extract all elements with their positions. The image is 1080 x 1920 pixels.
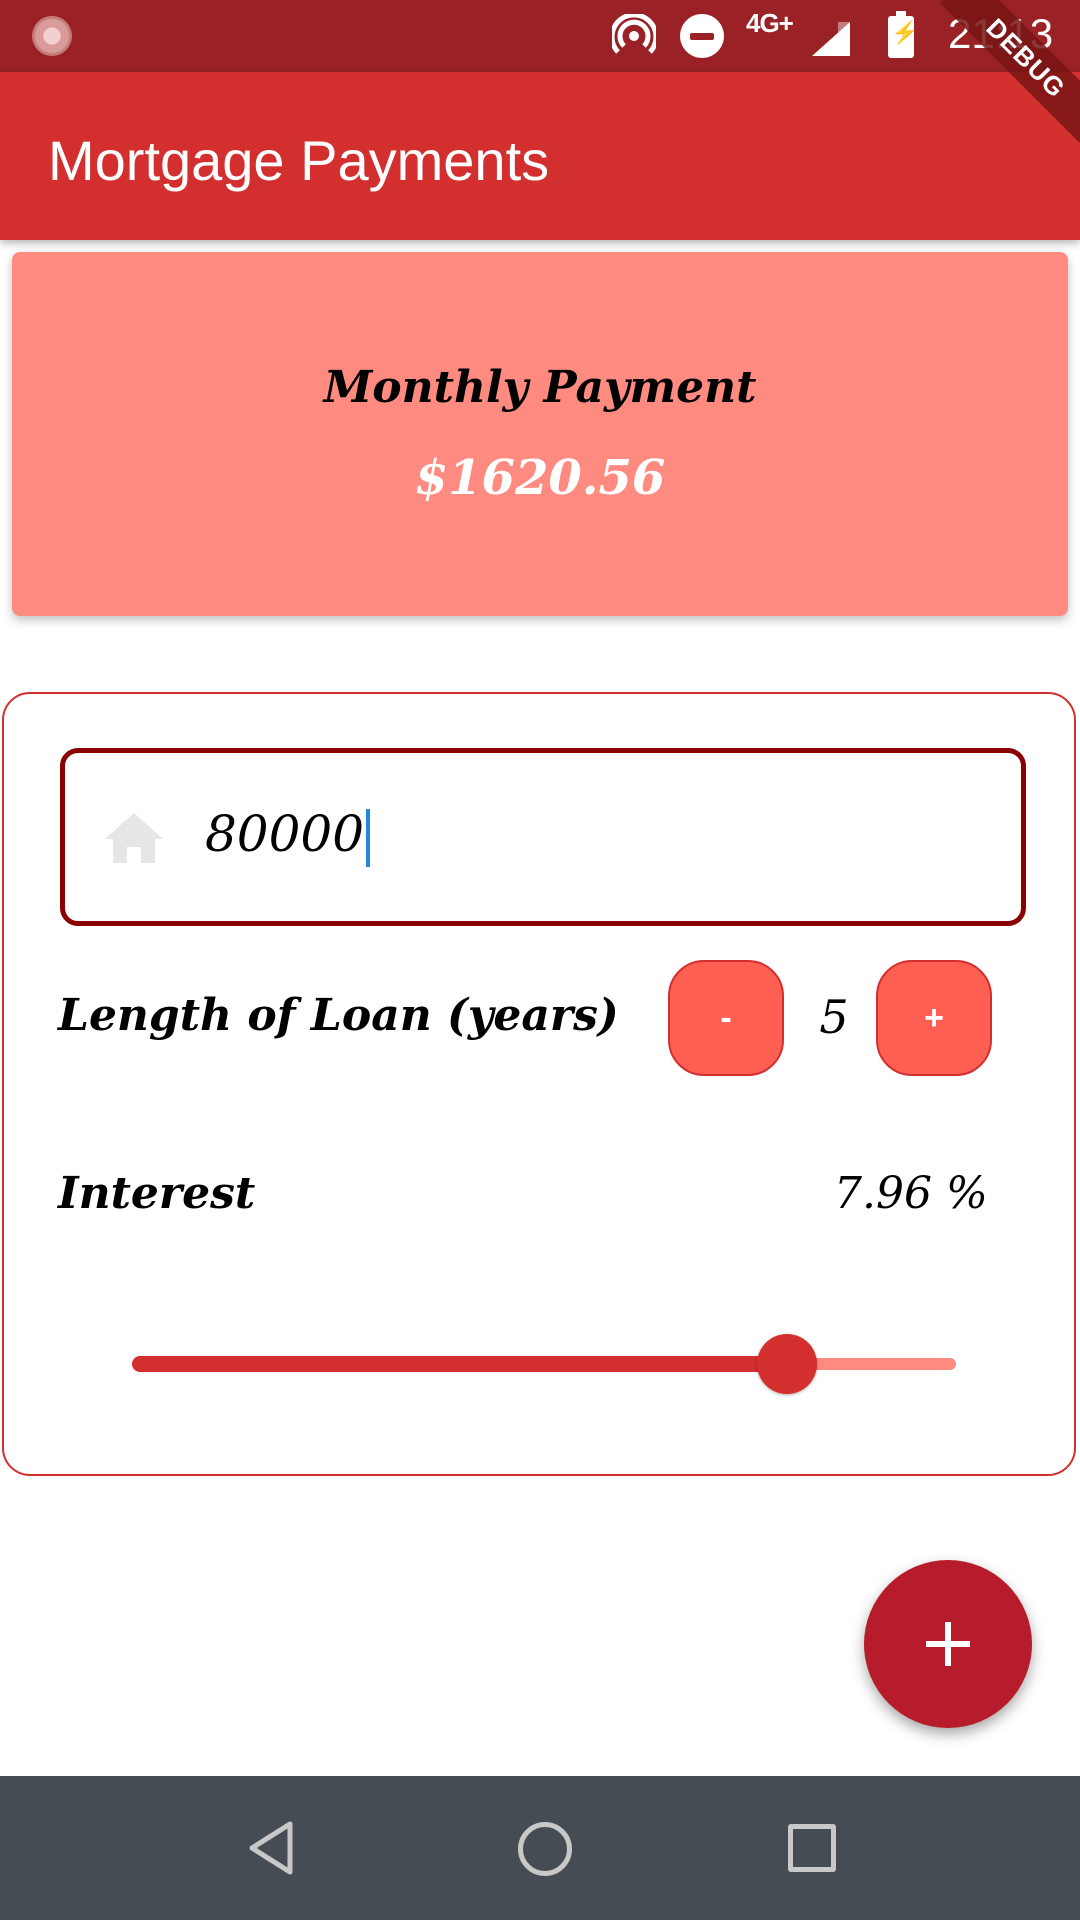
decrease-years-button[interactable]: - — [668, 960, 784, 1076]
slider-thumb[interactable] — [757, 1334, 817, 1394]
battery-charging-icon — [888, 11, 918, 58]
text-cursor — [366, 809, 371, 867]
monthly-payment-label: Monthly Payment — [323, 362, 757, 413]
recents-icon[interactable] — [788, 1824, 836, 1872]
do-not-disturb-icon — [680, 14, 724, 58]
home-nav-icon[interactable] — [518, 1822, 572, 1876]
monthly-payment-card: Monthly Payment $1620.56 — [12, 252, 1068, 616]
loan-amount-input[interactable]: 80000 — [60, 748, 1026, 926]
add-fab-button[interactable] — [864, 1560, 1032, 1728]
network-type: 4G+ — [746, 8, 794, 38]
loan-length-label: Length of Loan (years) — [58, 990, 619, 1041]
slider-active-track — [132, 1356, 787, 1372]
increase-years-button[interactable]: + — [876, 960, 992, 1076]
app-notification-icon — [32, 16, 72, 56]
plus-icon — [926, 1622, 970, 1666]
page-title: Mortgage Payments — [48, 129, 550, 192]
interest-slider[interactable] — [132, 1334, 956, 1394]
mortgage-form: 80000 Length of Loan (years) - 5 + Inter… — [2, 692, 1076, 1476]
loan-amount-value: 80000 — [205, 805, 365, 863]
back-icon[interactable] — [246, 1820, 296, 1876]
signal-weak-bar — [838, 22, 850, 56]
home-icon — [105, 813, 163, 863]
status-bar: 4G+ 21:13 DEBUG — [0, 0, 1080, 145]
monthly-payment-value: $1620.56 — [414, 450, 666, 506]
app-bar: Mortgage Payments — [0, 72, 1080, 240]
loan-years-value: 5 — [819, 990, 849, 1044]
interest-label: Interest — [58, 1168, 256, 1219]
system-nav-bar — [0, 1776, 1080, 1920]
interest-value: 7.96 % — [834, 1168, 988, 1219]
hotspot-icon — [612, 14, 656, 54]
